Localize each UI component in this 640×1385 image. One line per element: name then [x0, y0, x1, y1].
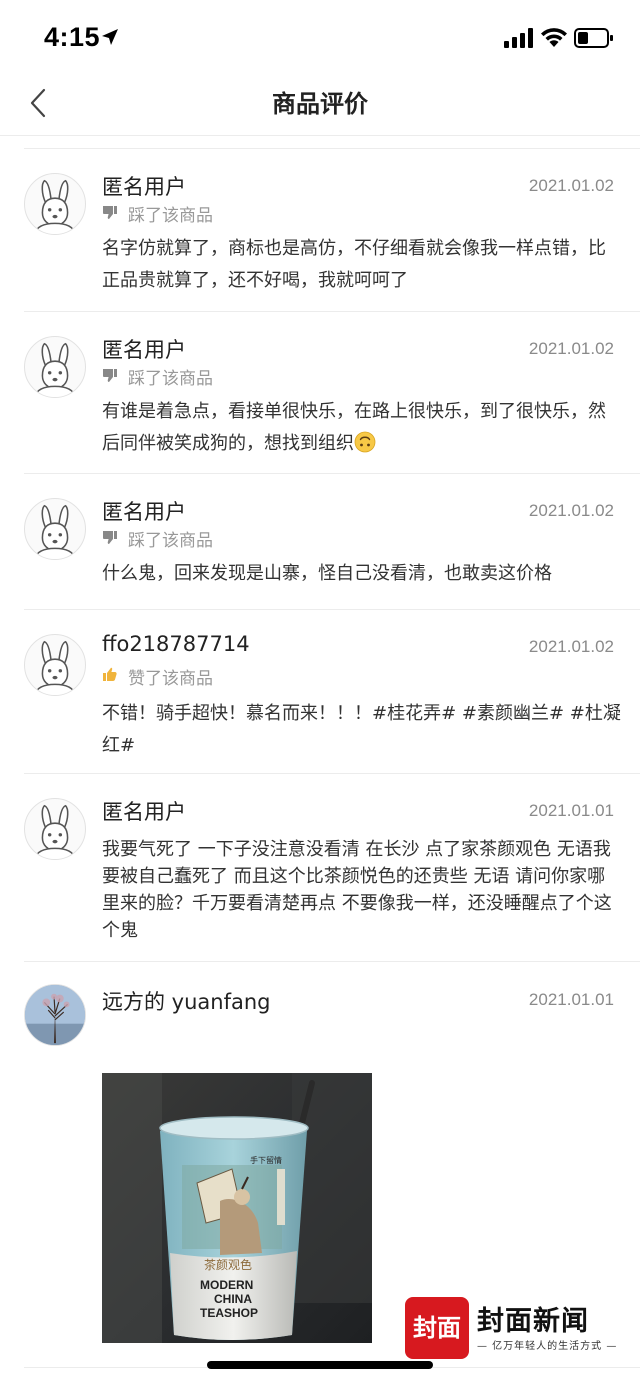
review-photo[interactable]: 手下留情 茶颜观色 MODERN CHINA TEASHOP — [102, 1073, 372, 1343]
review-date: 2021.01.01 — [528, 801, 614, 820]
review-content: 不错！骑手超快！慕名而来！！！#桂花弄# #素颜幽兰# #杜凝红# — [102, 703, 621, 756]
status-time: 4:15 — [44, 22, 101, 52]
review-content: 名字仿就算了，商标也是高仿，不仔细看就会像我一样点错，比正品贵就算了，还不好喝，… — [102, 238, 606, 291]
location-arrow-icon — [102, 29, 118, 45]
review-content: 有谁是着急点，看接单很快乐，在路上很快乐，到了很快乐，然后同伴被笑成狗的，想找到… — [102, 396, 622, 460]
watermark-name: 封面新闻 — [477, 1306, 589, 1337]
avatar — [24, 173, 86, 235]
rating-label: 赞了该商品 — [128, 669, 213, 689]
cup-text: CHINA — [214, 1292, 252, 1306]
avatar — [24, 984, 86, 1046]
review-date: 2021.01.02 — [528, 176, 614, 195]
kangaroo-avatar-icon — [33, 504, 77, 559]
thumbs-up-icon — [103, 667, 117, 681]
username[interactable]: ffo218787714 — [102, 632, 250, 656]
watermark-badge: 封面 — [405, 1297, 469, 1359]
kangaroo-avatar-icon — [33, 640, 77, 695]
review-date: 2021.01.02 — [528, 501, 614, 520]
status-bar: 4:15 — [0, 0, 640, 70]
home-indicator[interactable] — [207, 1361, 433, 1369]
review-item: ffo218787714 2021.01.02 赞了该商品 不错！骑手超快！慕名… — [0, 610, 640, 774]
review-date: 2021.01.02 — [528, 339, 614, 358]
review-item: 匿名用户 2021.01.02 踩了该商品 有谁是着急点，看接单很快乐，在路上很… — [0, 312, 640, 474]
tea-cup-photo: 手下留情 茶颜观色 MODERN CHINA TEASHOP — [102, 1073, 372, 1343]
kangaroo-avatar-icon — [33, 804, 77, 859]
cup-brand-text: 茶颜观色 — [204, 1257, 252, 1272]
review-content: 我要气死了 一下子没注意没看清 在长沙 点了家茶颜观色 无语我要被自己蠢死了 而… — [102, 839, 612, 941]
rating-label: 踩了该商品 — [128, 369, 213, 389]
review-item: 匿名用户 2021.01.02 踩了该商品 名字仿就算了，商标也是高仿，不仔细看… — [0, 149, 640, 312]
avatar — [24, 798, 86, 860]
username[interactable]: 匿名用户 — [102, 796, 186, 826]
cup-text: TEASHOP — [200, 1306, 258, 1320]
username[interactable]: 匿名用户 — [102, 171, 186, 201]
thumbs-down-icon — [103, 531, 117, 544]
cup-text: MODERN — [200, 1278, 253, 1292]
battery-icon — [574, 28, 613, 48]
cellular-signal-icon — [504, 28, 533, 48]
svg-text:手下留情: 手下留情 — [250, 1155, 282, 1165]
kangaroo-avatar-icon — [33, 179, 77, 234]
rating-label: 踩了该商品 — [128, 531, 213, 551]
review-content: 什么鬼，回来发现是山寨，怪自己没看清，也敢卖这价格 — [102, 563, 552, 584]
upside-down-face-icon — [354, 431, 376, 453]
username[interactable]: 远方的 yuanfang — [102, 986, 271, 1016]
avatar — [24, 498, 86, 560]
review-date: 2021.01.02 — [528, 637, 614, 656]
username[interactable]: 匿名用户 — [102, 496, 186, 526]
watermark-logo: 封面 封面新闻 — 亿万年轻人的生活方式 — — [405, 1297, 616, 1359]
review-item: 匿名用户 2021.01.01 我要气死了 一下子没注意没看清 在长沙 点了家茶… — [0, 774, 640, 962]
page-title: 商品评价 — [272, 90, 368, 118]
nav-bar: 商品评价 — [0, 70, 640, 136]
review-date: 2021.01.01 — [528, 990, 614, 1009]
kangaroo-avatar-icon — [33, 342, 77, 397]
watermark-slogan: — 亿万年轻人的生活方式 — — [477, 1341, 618, 1352]
review-item: 匿名用户 2021.01.02 踩了该商品 什么鬼，回来发现是山寨，怪自己没看清… — [0, 474, 640, 610]
rating-label: 踩了该商品 — [128, 206, 213, 226]
wifi-icon — [541, 28, 567, 47]
avatar — [24, 336, 86, 398]
username[interactable]: 匿名用户 — [102, 334, 186, 364]
thumbs-down-icon — [103, 206, 117, 219]
thumbs-down-icon — [103, 369, 117, 382]
avatar — [24, 634, 86, 696]
tree-photo-avatar — [25, 985, 85, 1045]
